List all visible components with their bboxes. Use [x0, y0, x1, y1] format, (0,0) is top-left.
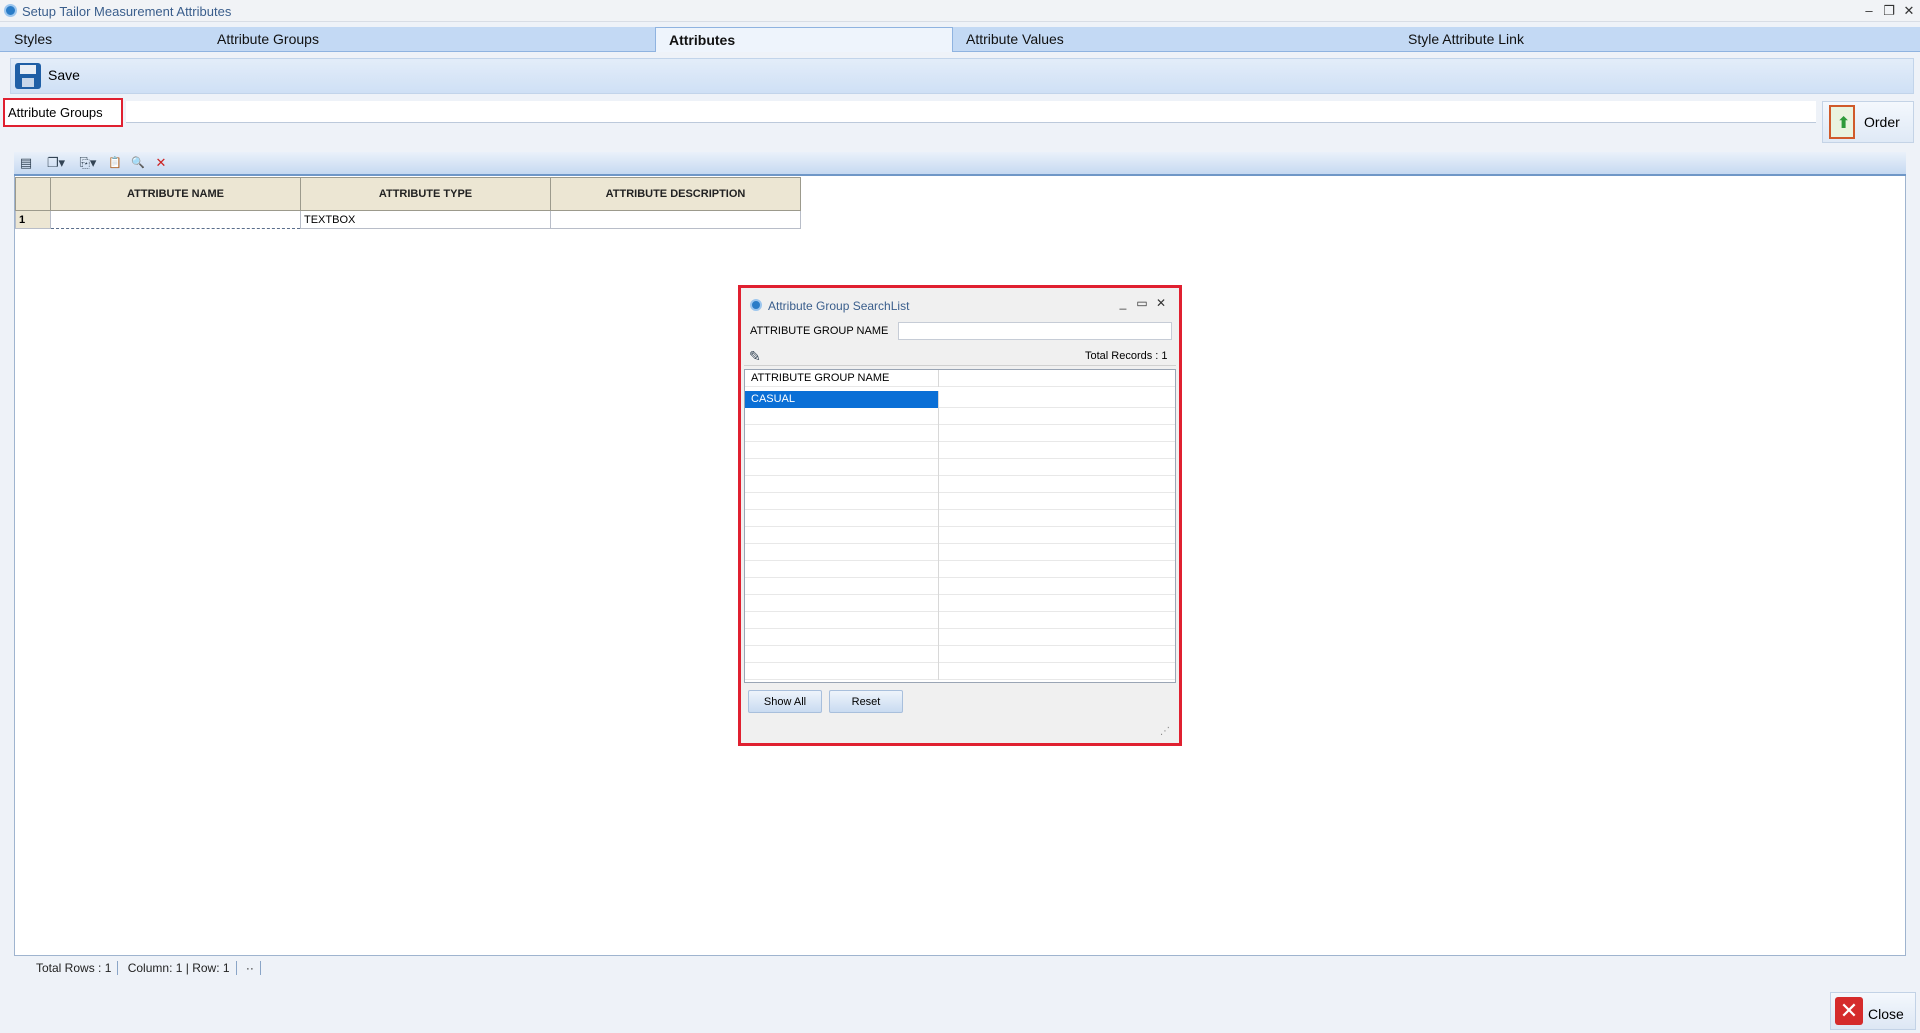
position-status: Column: 1 | Row: 1: [121, 961, 237, 975]
reset-button[interactable]: Reset: [829, 690, 903, 713]
empty-row: [745, 493, 1175, 510]
row-number: 1: [15, 210, 51, 229]
find-icon[interactable]: 🔍: [130, 155, 146, 171]
empty-row: [745, 561, 1175, 578]
cell-attribute-name[interactable]: [50, 210, 301, 229]
tab-style-attribute-link[interactable]: Style Attribute Link: [1394, 27, 1814, 52]
copy-icon[interactable]: ❐▾: [42, 155, 70, 171]
list-item-attribute-group-name[interactable]: CASUAL: [745, 391, 939, 408]
tab-attribute-groups[interactable]: Attribute Groups: [203, 27, 663, 52]
empty-row: [745, 425, 1175, 442]
empty-row: [745, 544, 1175, 561]
minimize-button[interactable]: –: [1860, 2, 1878, 20]
order-icon: [1829, 105, 1855, 139]
cell-attribute-type[interactable]: TEXTBOX: [300, 210, 551, 229]
restore-button[interactable]: ❐: [1880, 2, 1898, 20]
empty-row: [745, 578, 1175, 595]
list-item[interactable]: CASUAL: [745, 391, 1175, 408]
search-results-list: ATTRIBUTE GROUP NAME CASUAL: [744, 369, 1176, 683]
filter-label: ATTRIBUTE GROUP NAME: [750, 325, 889, 337]
list-header-row: ATTRIBUTE GROUP NAME: [745, 370, 1175, 387]
close-label[interactable]: Close: [1868, 1006, 1904, 1022]
empty-row: [745, 510, 1175, 527]
attribute-groups-label: Attribute Groups: [8, 105, 103, 120]
empty-row: [745, 595, 1175, 612]
close-icon: ✕: [1835, 997, 1863, 1025]
export-icon[interactable]: ⎘▾: [74, 155, 102, 171]
delete-icon[interactable]: ✕: [153, 155, 169, 171]
empty-row: [745, 476, 1175, 493]
save-toolbar: [10, 58, 1914, 94]
total-records: Total Records : 1: [1085, 350, 1168, 362]
window-close-button[interactable]: ✕: [1900, 2, 1918, 20]
list-column-header[interactable]: ATTRIBUTE GROUP NAME: [745, 370, 939, 387]
grid-header-row: ATTRIBUTE NAME ATTRIBUTE TYPE ATTRIBUTE …: [15, 177, 801, 211]
add-row-icon[interactable]: ▤: [18, 155, 34, 171]
empty-row: [745, 629, 1175, 646]
status-bar: Total Rows : 1 Column: 1 | Row: 1 ··: [30, 961, 261, 975]
empty-row: [745, 527, 1175, 544]
window-title: Setup Tailor Measurement Attributes: [22, 4, 232, 19]
resize-grip-icon[interactable]: ⋰: [1160, 726, 1170, 737]
show-all-button[interactable]: Show All: [748, 690, 822, 713]
save-button[interactable]: Save: [48, 67, 80, 83]
empty-row: [745, 408, 1175, 425]
floppy-disk-icon[interactable]: [15, 63, 41, 89]
dialog-title: Attribute Group SearchList: [768, 299, 910, 313]
empty-row: [745, 663, 1175, 680]
total-rows-status: Total Rows : 1: [30, 961, 119, 975]
empty-row: [745, 612, 1175, 629]
empty-row: [745, 646, 1175, 663]
tab-attributes[interactable]: Attributes: [655, 27, 953, 52]
status-more: ··: [239, 961, 261, 975]
empty-row: [745, 442, 1175, 459]
cell-attribute-description[interactable]: [550, 210, 801, 229]
empty-row: [745, 459, 1175, 476]
row-number-header: [15, 177, 51, 211]
attributes-grid: ATTRIBUTE NAME ATTRIBUTE TYPE ATTRIBUTE …: [15, 177, 801, 229]
app-icon: [4, 4, 17, 17]
attribute-group-name-filter[interactable]: [898, 322, 1172, 340]
dialog-maximize-button[interactable]: ▭: [1135, 296, 1149, 312]
edit-icon[interactable]: ✎: [749, 348, 765, 364]
dialog-app-icon: [750, 299, 762, 311]
paste-icon[interactable]: 📋: [107, 155, 123, 171]
order-label[interactable]: Order: [1864, 114, 1900, 130]
dialog-close-button[interactable]: ✕: [1154, 296, 1168, 312]
column-header-attribute-description[interactable]: ATTRIBUTE DESCRIPTION: [550, 177, 801, 211]
dialog-minimize-button[interactable]: _: [1116, 296, 1130, 312]
tab-styles[interactable]: Styles: [0, 27, 200, 52]
column-header-attribute-type[interactable]: ATTRIBUTE TYPE: [300, 177, 551, 211]
title-bar: [0, 0, 1920, 22]
table-row[interactable]: 1 TEXTBOX: [15, 210, 801, 229]
column-header-attribute-name[interactable]: ATTRIBUTE NAME: [50, 177, 301, 211]
tab-attribute-values[interactable]: Attribute Values: [952, 27, 1372, 52]
attribute-groups-input[interactable]: [126, 101, 1816, 123]
grid-toolbar: [14, 152, 1906, 176]
